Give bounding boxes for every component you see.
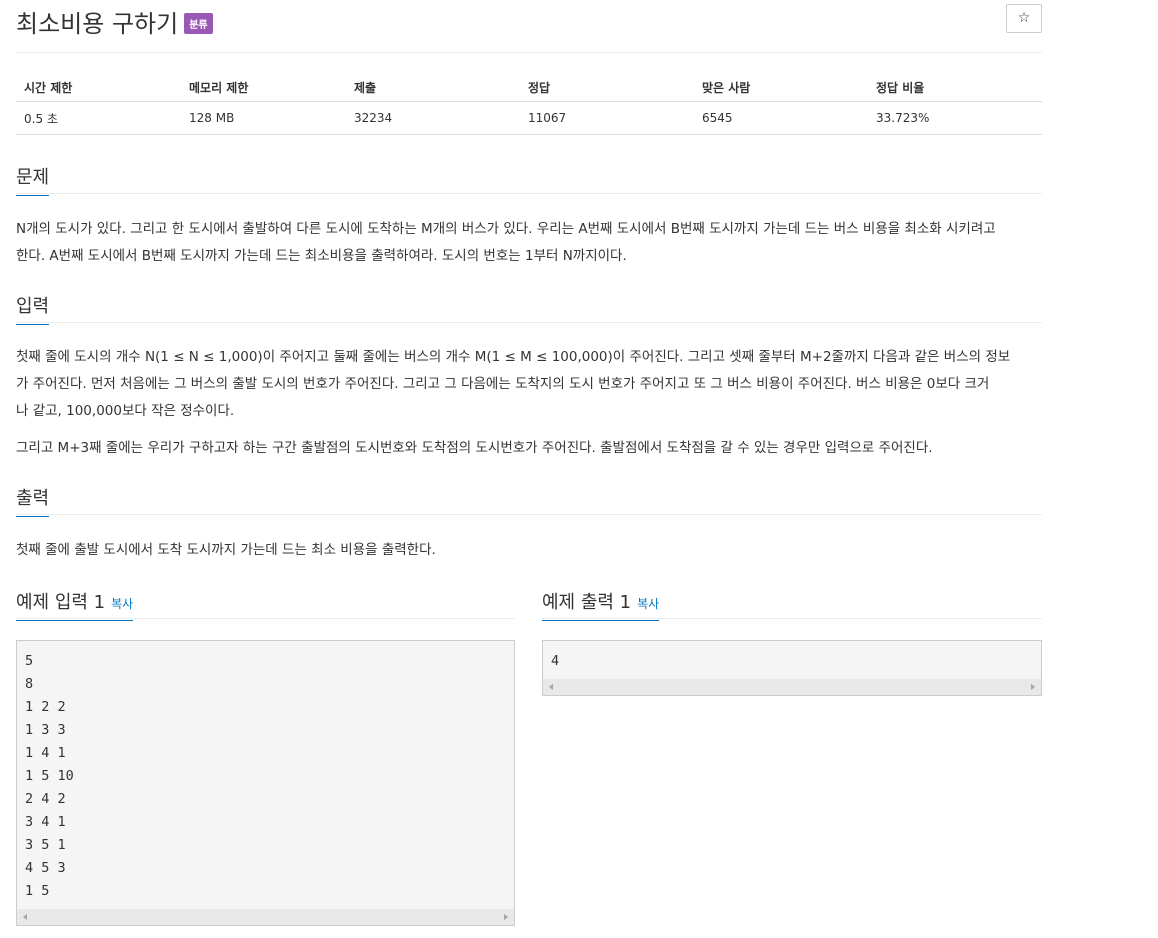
scroll-right-arrow-icon[interactable] (504, 914, 508, 920)
sample-input-line: 1 4 1 (25, 745, 66, 761)
time-limit-value: 0.5 초 (16, 101, 181, 135)
submissions-value: 32234 (346, 101, 520, 135)
copy-sample-input-button[interactable]: 복사 (111, 597, 133, 611)
info-value-row: 0.5 초 128 MB 32234 11067 6545 33.723% (16, 101, 1042, 135)
copy-sample-output-button[interactable]: 복사 (637, 597, 659, 611)
sample-input-line: 3 4 1 (25, 814, 66, 830)
sample-input-line: 8 (25, 676, 34, 692)
star-icon: ☆ (1017, 10, 1031, 26)
sample-input-box[interactable]: 5 8 1 2 2 1 3 3 1 4 1 1 5 10 2 4 2 3 4 1… (16, 640, 515, 926)
sample-output-heading: 예제 출력 1 복사 (542, 588, 660, 621)
input-heading: 입력 (16, 292, 50, 325)
description-body: N개의 도시가 있다. 그리고 한 도시에서 출발하여 다른 도시에 도착하는 … (16, 216, 1042, 270)
memory-limit-header: 메모리 제한 (181, 73, 346, 102)
sample-input-line: 1 2 2 (25, 699, 66, 715)
solvers-header: 맞은 사람 (694, 73, 868, 102)
sample-input-section: 예제 입력 1 복사 (16, 582, 515, 621)
sample-input-line: 4 5 3 (25, 860, 66, 876)
sample-output-lines: 4 (543, 641, 1041, 673)
description-line: 한다. A번째 도시에서 B번째 도시까지 가는데 드는 최소비용을 출력하여라… (16, 248, 627, 264)
ratio-header: 정답 비율 (868, 73, 1042, 102)
sample-input-line: 1 5 (25, 883, 50, 899)
page-title: 최소비용 구하기 분류 (16, 4, 213, 39)
sample-input-header: 예제 입력 1 복사 (16, 582, 515, 621)
sample-output-scrollbar[interactable] (543, 679, 1041, 695)
description-header: 문제 (16, 157, 1042, 196)
input-body: 첫째 줄에 도시의 개수 N(1 ≤ N ≤ 1,000)이 주어지고 둘째 줄… (16, 344, 1042, 462)
input-section: 입력 첫째 줄에 도시의 개수 N(1 ≤ N ≤ 1,000)이 주어지고 둘… (16, 286, 1042, 462)
category-badge[interactable]: 분류 (184, 12, 213, 34)
sample-input-line: 1 3 3 (25, 722, 66, 738)
title-row: 최소비용 구하기 분류 ☆ (16, 0, 1042, 53)
description-heading: 문제 (16, 163, 50, 196)
sample-output-line: 4 (551, 653, 560, 669)
sample-input-line: 1 5 10 (25, 768, 74, 784)
scroll-left-arrow-icon[interactable] (23, 914, 27, 920)
ratio-value: 33.723% (868, 101, 1042, 135)
sample-input-line: 3 5 1 (25, 837, 66, 853)
scroll-right-arrow-icon[interactable] (1031, 684, 1035, 690)
memory-limit-value: 128 MB (181, 101, 346, 135)
input-paragraph-2: 그리고 M+3째 줄에는 우리가 구하고자 하는 구간 출발점의 도시번호와 도… (16, 440, 933, 456)
submissions-header: 제출 (346, 73, 520, 102)
problem-page: 최소비용 구하기 분류 ☆ 시간 제한 메모리 제한 제출 정답 맞은 사람 정답… (16, 0, 1042, 926)
problem-info-table: 시간 제한 메모리 제한 제출 정답 맞은 사람 정답 비율 0.5 초 128… (16, 73, 1042, 135)
sample-output-title: 예제 출력 1 (542, 592, 632, 613)
input-line: 첫째 줄에 도시의 개수 N(1 ≤ N ≤ 1,000)이 주어지고 둘째 줄… (16, 349, 1011, 365)
sample-input-line: 5 (25, 653, 34, 669)
output-header: 출력 (16, 478, 1042, 517)
input-line: 나 같고, 100,000보다 작은 정수이다. (16, 403, 235, 419)
time-limit-header: 시간 제한 (16, 73, 181, 102)
solvers-value: 6545 (694, 101, 868, 135)
description-line: N개의 도시가 있다. 그리고 한 도시에서 출발하여 다른 도시에 도착하는 … (16, 221, 996, 237)
description-section: 문제 N개의 도시가 있다. 그리고 한 도시에서 출발하여 다른 도시에 도착… (16, 157, 1042, 270)
sample-input-scrollbar[interactable] (17, 909, 514, 925)
problem-title: 최소비용 구하기 (16, 10, 179, 38)
favorite-star-button[interactable]: ☆ (1006, 4, 1042, 33)
input-line: 가 주어진다. 먼저 처음에는 그 버스의 출발 도시의 번호가 주어진다. 그… (16, 376, 990, 392)
sample-input-line: 2 4 2 (25, 791, 66, 807)
scroll-left-arrow-icon[interactable] (549, 684, 553, 690)
input-header: 입력 (16, 286, 1042, 325)
output-heading: 출력 (16, 484, 50, 517)
accepted-header: 정답 (520, 73, 694, 102)
output-text: 첫째 줄에 출발 도시에서 도착 도시까지 가는데 드는 최소 비용을 출력한다… (16, 542, 436, 558)
info-header-row: 시간 제한 메모리 제한 제출 정답 맞은 사람 정답 비율 (16, 73, 1042, 102)
sample-input-lines: 5 8 1 2 2 1 3 3 1 4 1 1 5 10 2 4 2 3 4 1… (17, 641, 514, 903)
output-body: 첫째 줄에 출발 도시에서 도착 도시까지 가는데 드는 최소 비용을 출력한다… (16, 537, 1042, 564)
sample-output-box[interactable]: 4 (542, 640, 1042, 696)
sample-output-section: 예제 출력 1 복사 (542, 582, 1042, 621)
output-section: 출력 첫째 줄에 출발 도시에서 도착 도시까지 가는데 드는 최소 비용을 출… (16, 478, 1042, 564)
sample-output-header: 예제 출력 1 복사 (542, 582, 1042, 621)
sample-input-title: 예제 입력 1 (16, 592, 106, 613)
sample-input-heading: 예제 입력 1 복사 (16, 588, 134, 621)
accepted-value: 11067 (520, 101, 694, 135)
